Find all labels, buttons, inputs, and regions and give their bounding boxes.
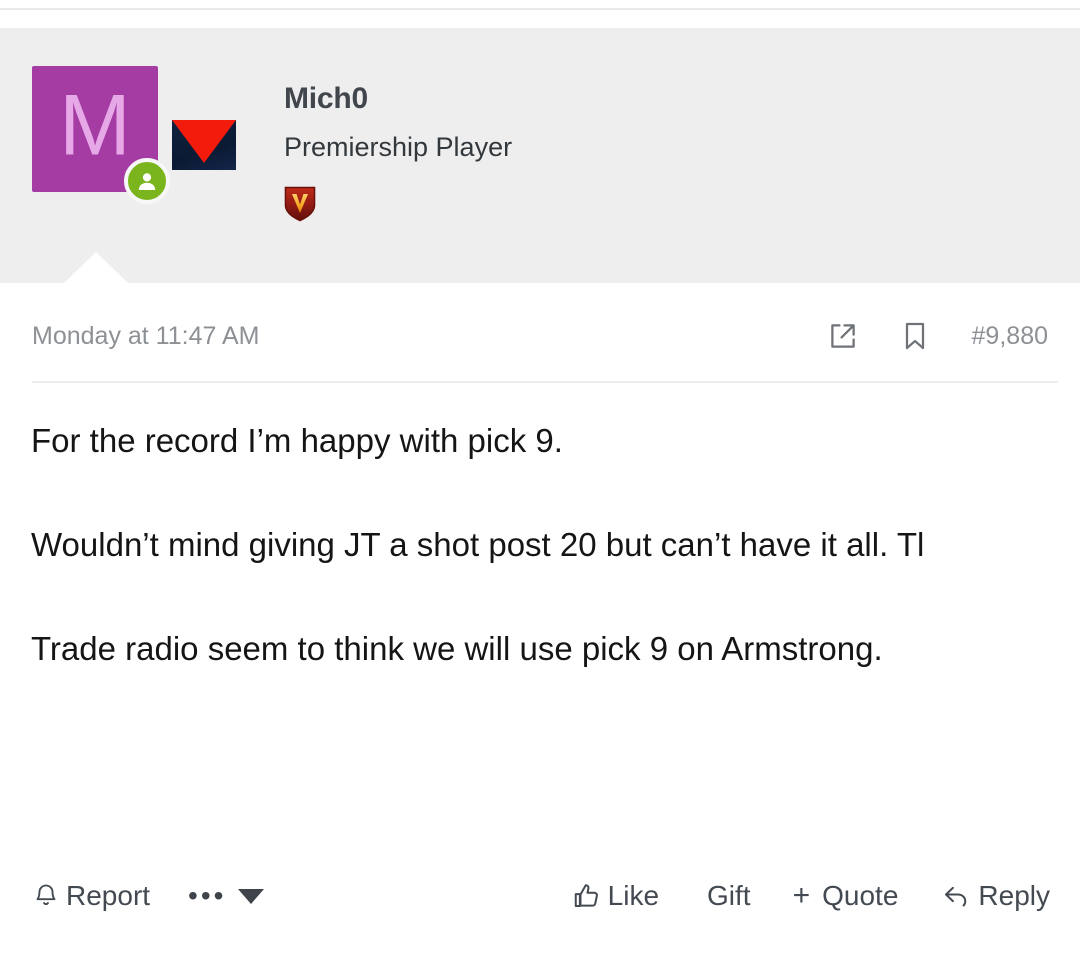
thumbs-up-icon xyxy=(572,881,602,911)
chevron-down-icon xyxy=(238,888,265,904)
v-shield-badge-icon[interactable] xyxy=(284,185,316,222)
gift-button[interactable]: Gift xyxy=(701,880,751,912)
post-footer-actions: Report ••• Like Gift + Quote Reply xyxy=(32,866,1050,926)
post-paragraph: For the record I’m happy with pick 9. xyxy=(31,422,563,459)
post-timestamp[interactable]: Monday at 11:47 AM xyxy=(32,322,259,351)
post-paragraph: Trade radio seem to think we will use pi… xyxy=(31,630,883,668)
post-number[interactable]: #9,880 xyxy=(972,322,1048,351)
gift-label: Gift xyxy=(707,880,751,911)
like-label: Like xyxy=(607,880,660,911)
avatar-initial: M xyxy=(59,77,131,174)
reply-arrow-icon xyxy=(940,881,972,911)
author-title: Premiership Player xyxy=(284,132,513,162)
quote-button[interactable]: + Quote xyxy=(793,880,899,912)
post-meta-row: Monday at 11:47 AM #9,880 xyxy=(32,310,1048,362)
bell-icon xyxy=(32,882,60,910)
forum-post-page: M Mich0 Premiership Player Monday at 11:… xyxy=(0,0,1080,958)
like-button[interactable]: Like xyxy=(572,880,659,912)
speech-bubble-notch xyxy=(63,252,129,284)
post-content: For the record I’m happy with pick 9. Wo… xyxy=(31,416,1051,674)
avatar[interactable]: M xyxy=(32,66,170,204)
report-button[interactable]: Report xyxy=(32,880,150,912)
author-username[interactable]: Mich0 xyxy=(284,82,512,115)
bookmark-icon[interactable] xyxy=(900,320,930,352)
quote-label: Quote xyxy=(822,880,899,911)
team-flag-icon xyxy=(172,120,236,170)
more-options-button[interactable]: ••• xyxy=(188,880,265,911)
footer-left-actions: Report ••• xyxy=(32,880,265,912)
team-flag-triangle xyxy=(172,120,236,163)
post-paragraph: Wouldn’t mind giving JT a shot post 20 b… xyxy=(31,526,925,564)
online-status-icon xyxy=(124,158,170,204)
report-label: Report xyxy=(66,880,151,911)
poster-header-content: M Mich0 Premiership Player xyxy=(32,66,512,222)
share-icon[interactable] xyxy=(826,319,860,353)
reply-button[interactable]: Reply xyxy=(940,880,1050,912)
top-divider xyxy=(0,8,1080,10)
avatar-group: M xyxy=(32,66,236,204)
plus-icon: + xyxy=(792,879,811,912)
poster-header-band: M Mich0 Premiership Player xyxy=(0,28,1080,284)
ellipsis-icon: ••• xyxy=(188,880,227,911)
author-badges xyxy=(284,185,512,222)
post-meta-actions: #9,880 xyxy=(786,319,1048,353)
reply-label: Reply xyxy=(978,880,1050,911)
meta-divider xyxy=(32,381,1058,383)
footer-right-actions: Like Gift + Quote Reply xyxy=(572,880,1050,912)
poster-meta: Mich0 Premiership Player xyxy=(284,66,512,222)
